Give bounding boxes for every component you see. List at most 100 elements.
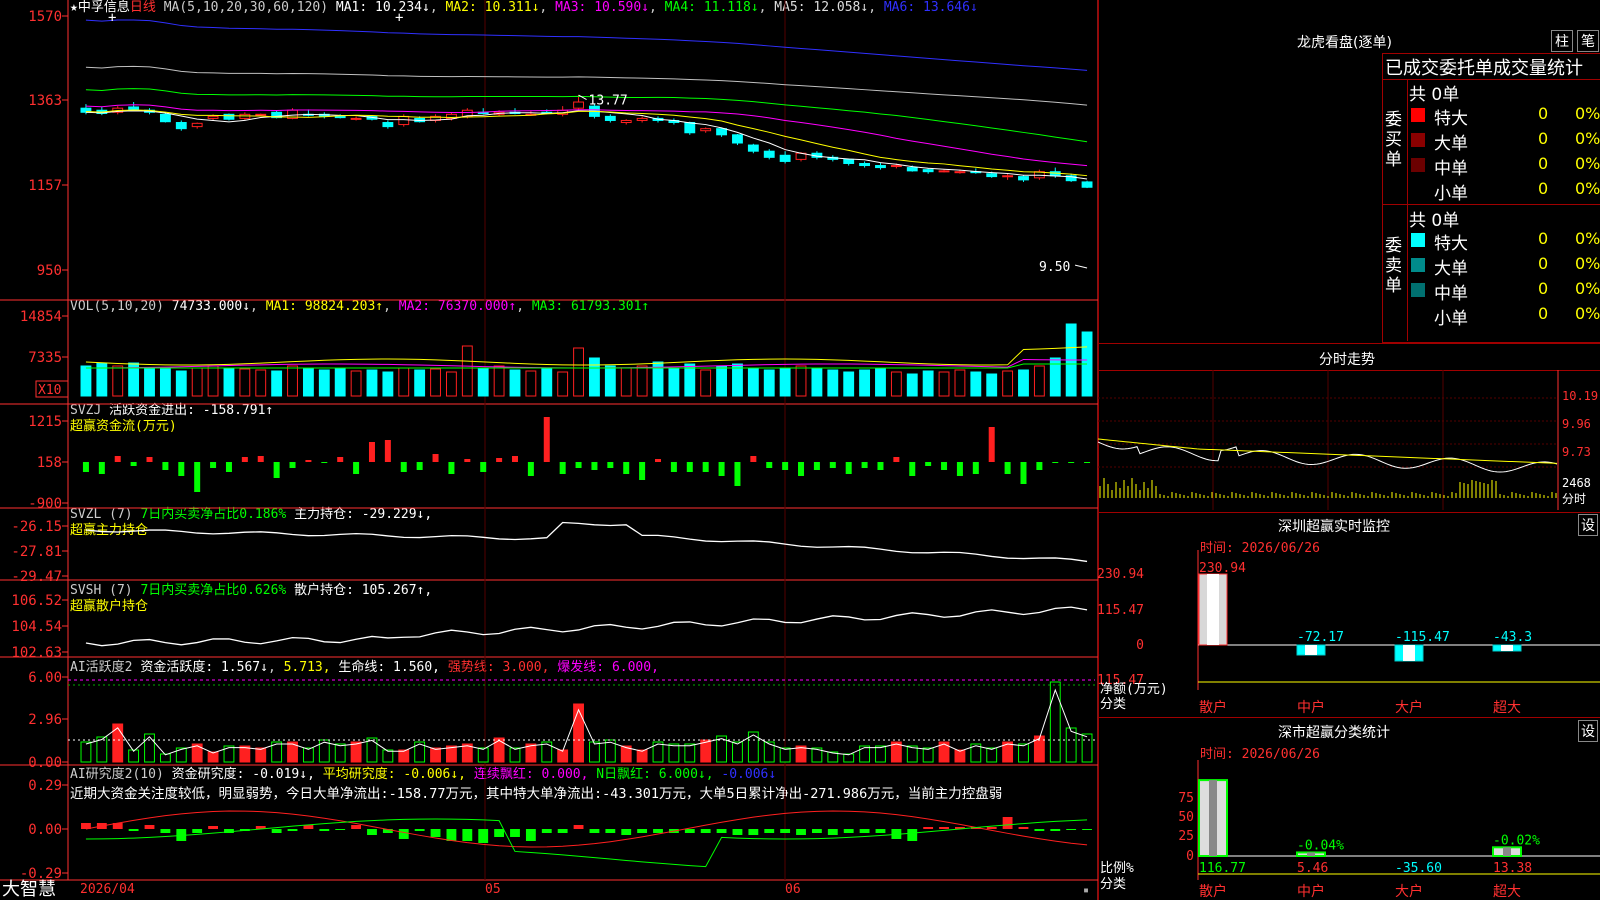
candle[interactable]	[159, 113, 171, 123]
candle[interactable]	[747, 144, 759, 152]
stat-title: 已成交委托单成交量统计	[1385, 58, 1583, 79]
candle[interactable]	[779, 154, 791, 162]
activity-bar	[875, 745, 886, 763]
sz-settings-button[interactable]: 设	[1578, 514, 1598, 536]
candle[interactable]	[732, 134, 743, 144]
activity-bar	[557, 749, 569, 763]
price-tick: 1363	[28, 93, 62, 109]
flow-bar	[368, 442, 375, 462]
research-bar	[1082, 829, 1092, 830]
research-bar	[335, 829, 346, 830]
intraday-chart[interactable]: 10.19 9.96 9.73 2468 分时	[1098, 370, 1600, 510]
research-bar	[160, 829, 171, 833]
candle[interactable]	[716, 128, 727, 136]
svsh-tick: 102.63	[11, 645, 62, 661]
candle[interactable]	[350, 117, 362, 120]
research-bar	[319, 829, 330, 831]
candle[interactable]	[843, 158, 855, 164]
volume-bar	[271, 370, 283, 397]
candle[interactable]	[1002, 175, 1014, 178]
sz-class-chart[interactable]: 75 50 25 0 比例%分类 116.77 散户 -0.04% 5.46 中户 -35.60 大户…	[1098, 750, 1600, 900]
activity-bar	[636, 749, 648, 763]
candle[interactable]	[255, 113, 267, 116]
candle[interactable]	[604, 115, 616, 121]
sell-row-pct: 0%	[1575, 304, 1600, 323]
buy-row-pct: 0%	[1575, 104, 1600, 123]
flow-bar	[257, 456, 264, 462]
candle[interactable]	[986, 173, 998, 178]
candle[interactable]	[175, 122, 187, 130]
candle[interactable]	[875, 165, 886, 169]
candle[interactable]	[223, 113, 235, 120]
sz-bar-highlight	[1403, 645, 1415, 661]
candle[interactable]	[334, 115, 346, 119]
research-bar	[398, 829, 409, 839]
candle[interactable]	[938, 170, 950, 173]
candle[interactable]	[906, 167, 918, 172]
candle[interactable]	[922, 169, 934, 173]
volume-bar	[922, 370, 934, 397]
lock-icon[interactable]: ▪	[1083, 884, 1089, 898]
activity-bar	[1065, 727, 1077, 763]
sz-monitor-chart[interactable]: 230.94 115.47 0 -115.47 净额(万元)分类 230.94 散户 -72.…	[1098, 550, 1600, 720]
candle[interactable]	[700, 128, 712, 132]
sell-row-swatch	[1411, 308, 1425, 322]
svsh-tick: 106.52	[11, 593, 62, 609]
candle[interactable]	[207, 115, 219, 119]
candle[interactable]	[890, 165, 902, 168]
volume-bar	[223, 367, 235, 397]
lhkp-tick-button[interactable]: 笔	[1577, 30, 1599, 52]
vol-unit-label: X10	[38, 383, 61, 398]
candle[interactable]	[636, 117, 648, 121]
candle[interactable]	[859, 162, 871, 167]
cls-cat-label: 散户	[1199, 883, 1227, 900]
candle[interactable]	[684, 122, 696, 134]
flow-bar	[146, 457, 153, 462]
cls-bar-label: 116.77	[1199, 861, 1246, 876]
candle[interactable]	[191, 122, 203, 128]
candle[interactable]	[128, 106, 140, 110]
research-bar	[843, 829, 854, 833]
flow-bar	[289, 462, 296, 468]
candle[interactable]	[382, 122, 394, 128]
research-bar	[208, 826, 218, 829]
sz-tick: 115.47	[1098, 603, 1144, 618]
lhkp-bar-button[interactable]: 柱	[1551, 30, 1573, 52]
research-bar	[1018, 827, 1029, 829]
buy-row-swatch	[1411, 108, 1425, 122]
volume-bar	[112, 365, 124, 397]
research-bar	[939, 827, 949, 829]
flow-bar	[432, 454, 439, 462]
cls-settings-button[interactable]: 设	[1578, 720, 1598, 742]
activity-bar	[112, 723, 124, 763]
candle[interactable]	[1081, 181, 1093, 188]
candle[interactable]	[573, 101, 584, 109]
sell-row-pct: 0%	[1575, 279, 1600, 298]
candle[interactable]	[763, 150, 775, 158]
buy-row-pct: 0%	[1575, 129, 1600, 148]
flow-bar	[766, 462, 773, 468]
volume-bar	[525, 370, 537, 397]
flow-bar	[496, 458, 503, 462]
stock-chart[interactable]: 1570 1363 1157 950 14854 7335 1215 158 -900 -26.1…	[0, 0, 1100, 900]
volume-bar	[827, 369, 839, 397]
fs-tick: 9.96	[1562, 417, 1591, 431]
research-bar	[732, 829, 743, 835]
research-bar	[271, 829, 282, 833]
candle[interactable]	[1018, 176, 1029, 181]
flow-bar	[829, 462, 836, 468]
svzl-tick: -27.81	[11, 544, 62, 560]
flow-bar	[130, 462, 137, 466]
flow-bar	[321, 462, 328, 463]
sell-row-name: 特大	[1434, 234, 1468, 254]
activity-bar	[652, 741, 664, 763]
research-bar	[637, 829, 648, 833]
sz-cat-label: 大户	[1395, 699, 1423, 716]
activity-bar	[779, 747, 791, 763]
candle[interactable]	[620, 119, 632, 124]
candle[interactable]	[954, 171, 966, 174]
flow-bar	[861, 462, 868, 468]
research-bar	[780, 829, 791, 833]
activity-bar	[1081, 733, 1093, 763]
candle[interactable]	[398, 115, 410, 126]
